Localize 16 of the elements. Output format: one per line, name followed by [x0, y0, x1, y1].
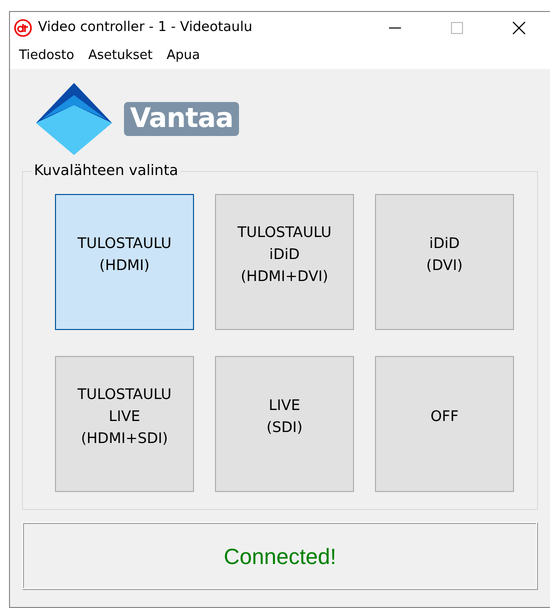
- source-button[interactable]: TULOSTAULU (HDMI): [55, 194, 194, 330]
- menu-item[interactable]: Tiedosto: [12, 46, 82, 66]
- source-button[interactable]: TULOSTAULU LIVE (HDMI+SDI): [55, 356, 194, 492]
- status-text: Connected!: [22, 522, 538, 590]
- window-title: Video controller - 1 - Videotaulu: [38, 18, 254, 38]
- source-button[interactable]: iDiD (DVI): [375, 194, 514, 330]
- menu-item[interactable]: Apua: [160, 46, 207, 66]
- menu-item[interactable]: Asetukset: [81, 46, 160, 66]
- app-icon: [14, 18, 32, 36]
- logo-icon: [36, 83, 112, 155]
- source-button[interactable]: LIVE (SDI): [215, 356, 354, 492]
- close-icon: [512, 20, 526, 34]
- source-button[interactable]: OFF: [375, 356, 514, 492]
- source-button[interactable]: TULOSTAULU iDiD (HDMI+DVI): [215, 194, 354, 330]
- maximize-icon: [451, 22, 463, 34]
- logo-text: Vantaa: [124, 102, 240, 136]
